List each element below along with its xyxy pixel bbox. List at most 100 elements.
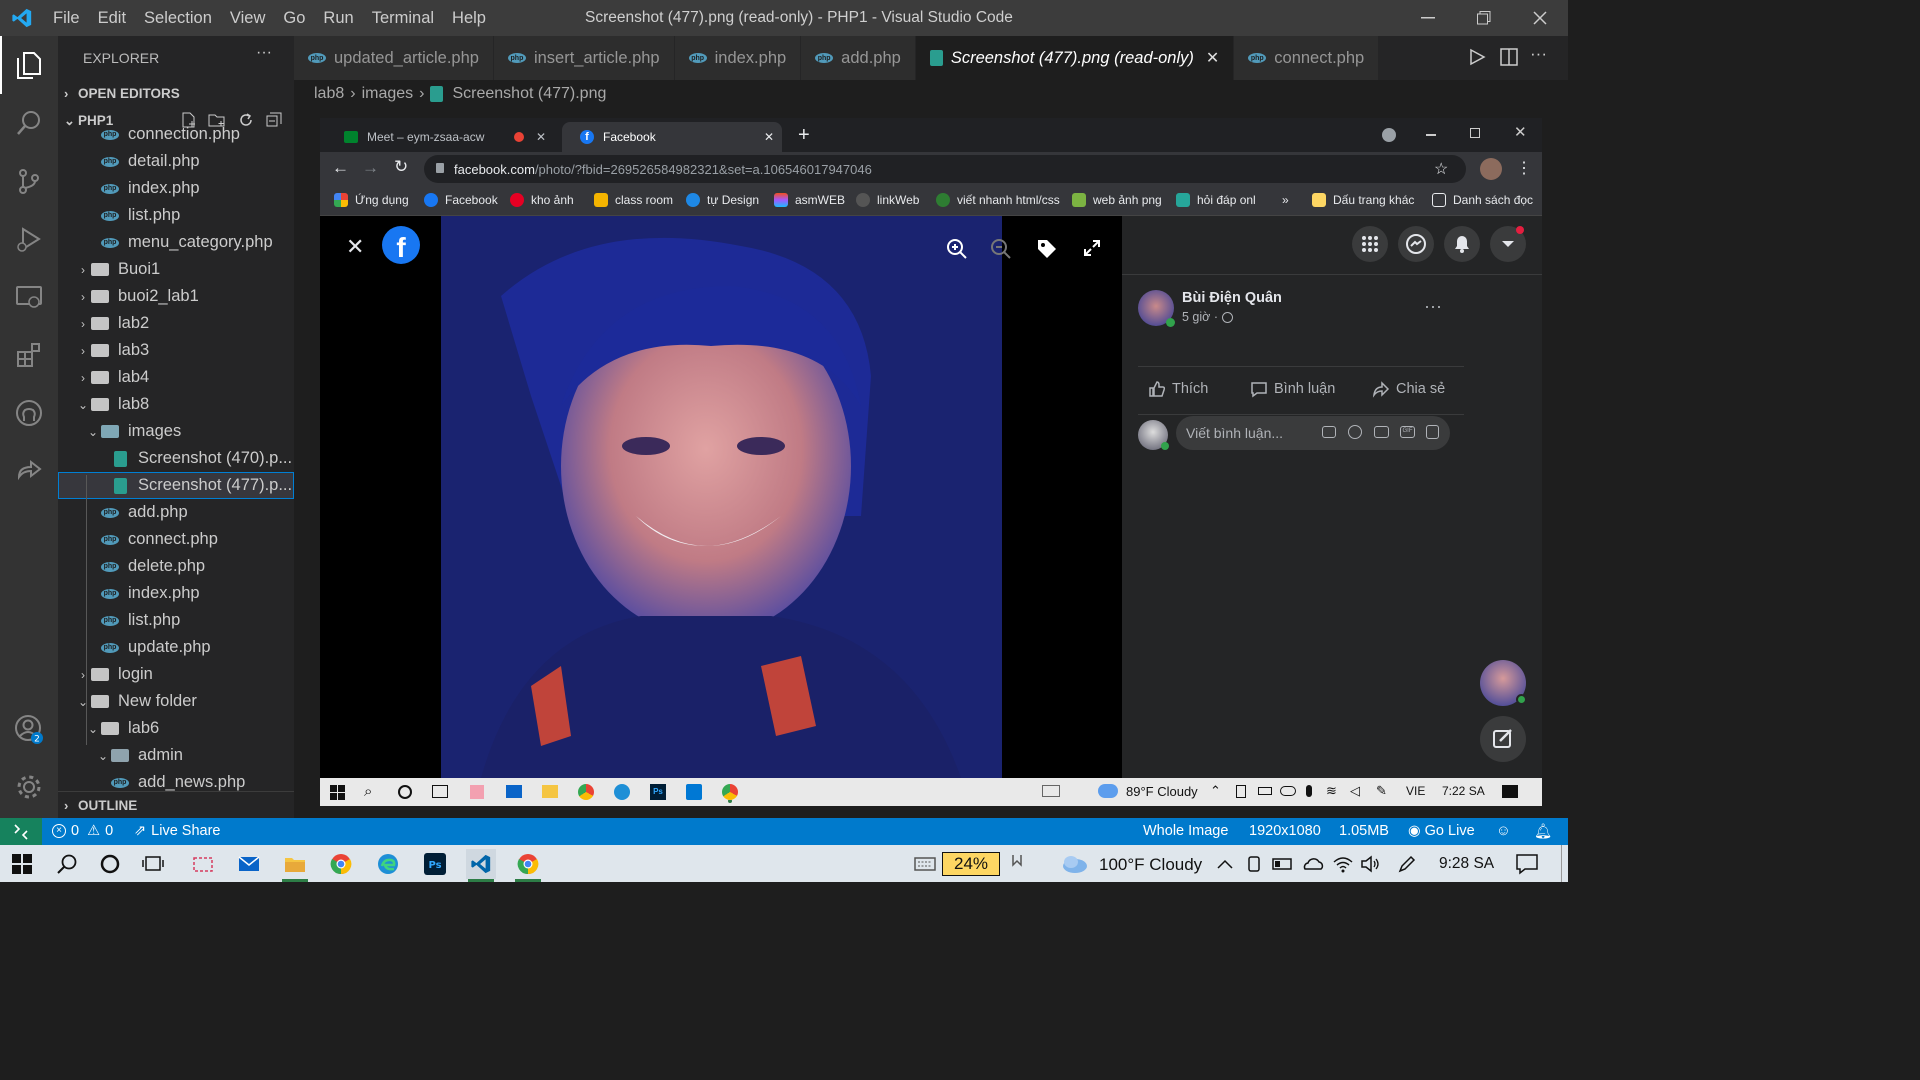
bookmarks-overflow[interactable]: »: [1282, 193, 1289, 207]
tree-item[interactable]: php connect.php: [58, 526, 294, 553]
back-arrow-icon[interactable]: ←: [332, 158, 349, 178]
live-share-icon[interactable]: [0, 442, 58, 500]
browser-close-icon[interactable]: ✕: [1514, 123, 1527, 141]
browser-tab-facebook[interactable]: f Facebook ✕: [562, 122, 782, 152]
tab-index[interactable]: php index.php: [674, 36, 802, 80]
menu-go[interactable]: Go: [274, 9, 314, 28]
browser-minimize-icon[interactable]: [1426, 134, 1436, 136]
new-file-icon[interactable]: [180, 112, 196, 128]
battery-percentage-widget[interactable]: 24%: [942, 852, 1000, 876]
breadcrumb-file[interactable]: Screenshot (477).png: [452, 85, 606, 103]
cortana-icon[interactable]: [95, 849, 125, 879]
photoshop-icon[interactable]: Ps: [420, 849, 450, 879]
run-debug-icon[interactable]: [0, 210, 58, 268]
tree-item[interactable]: › login: [58, 661, 294, 688]
close-tab-icon[interactable]: ✕: [764, 130, 774, 144]
tab-insert-article[interactable]: php insert_article.php: [493, 36, 675, 80]
accounts-icon[interactable]: 2: [0, 700, 58, 758]
camera-icon[interactable]: [1374, 426, 1389, 438]
chevron-down-icon[interactable]: ⌄: [96, 749, 110, 763]
problems-indicator[interactable]: × 0 ⚠ 0: [52, 823, 113, 839]
browser-menu-icon[interactable]: ⋮: [1516, 158, 1532, 178]
tab-connect[interactable]: php connect.php: [1234, 36, 1380, 80]
bookmark-facebook[interactable]: Facebook: [424, 193, 498, 207]
reading-list[interactable]: Danh sách đọc: [1432, 193, 1533, 207]
tree-item[interactable]: php add.php: [58, 499, 294, 526]
chrome-icon[interactable]: [513, 849, 543, 882]
url-bar[interactable]: facebook.com/photo/?fbid=269526584982321…: [424, 155, 1466, 183]
browser-tab-meet[interactable]: Meet – eym-zsaa-acw ✕: [326, 122, 552, 152]
live-share-button[interactable]: ⇗ Live Share: [134, 823, 220, 839]
tree-item[interactable]: › Buoi1: [58, 256, 294, 283]
close-window-button[interactable]: [1512, 0, 1568, 36]
pen-workspace-icon[interactable]: [1392, 849, 1422, 879]
chrome-icon[interactable]: [578, 784, 594, 800]
tree-item[interactable]: ⌄ admin: [58, 742, 294, 769]
inner-clock[interactable]: 7:22 SA: [1442, 784, 1485, 798]
search-icon[interactable]: [0, 94, 58, 152]
feedback-icon[interactable]: ☺: [1496, 823, 1511, 839]
tab-search-icon[interactable]: [1382, 128, 1396, 142]
tree-item[interactable]: php index.php: [58, 175, 294, 202]
battery-icon[interactable]: [1268, 849, 1298, 879]
bookmark-other[interactable]: Dấu trang khác: [1312, 193, 1414, 207]
microphone-icon[interactable]: [1306, 785, 1312, 797]
wifi-icon[interactable]: ≋: [1326, 783, 1337, 799]
tab-updated-article[interactable]: php updated_article.php: [294, 36, 494, 80]
menu-selection[interactable]: Selection: [135, 9, 221, 28]
edge-icon[interactable]: [614, 784, 630, 800]
menu-grid-icon[interactable]: [1352, 226, 1388, 262]
tree-item[interactable]: php list.php: [58, 607, 294, 634]
facebook-logo-icon[interactable]: f: [382, 226, 420, 264]
tree-item[interactable]: › lab2: [58, 310, 294, 337]
windows-start-icon[interactable]: [330, 785, 345, 800]
forward-arrow-icon[interactable]: →: [362, 158, 379, 178]
bookmark-viet-nhanh[interactable]: viết nhanh html/css: [936, 193, 1060, 207]
meet-now-icon[interactable]: [1236, 785, 1246, 798]
bookmark-hoi-dap-onl[interactable]: hỏi đáp onl: [1176, 193, 1256, 207]
show-desktop-button[interactable]: [1561, 845, 1562, 882]
refresh-icon[interactable]: [238, 112, 254, 128]
tag-icon[interactable]: [1036, 238, 1058, 260]
task-view-icon[interactable]: [138, 849, 168, 879]
remote-indicator[interactable]: [0, 818, 42, 845]
new-message-button[interactable]: [1480, 716, 1526, 762]
outline-section[interactable]: › OUTLINE: [58, 791, 294, 818]
tree-item[interactable]: Screenshot (477).p...: [58, 472, 294, 499]
comment-button[interactable]: Bình luận: [1250, 380, 1335, 398]
post-options-icon[interactable]: ···: [1424, 296, 1442, 317]
keyboard-icon[interactable]: [1042, 785, 1060, 797]
run-icon[interactable]: [1468, 48, 1486, 66]
menu-help[interactable]: Help: [443, 9, 495, 28]
tree-item[interactable]: › lab4: [58, 364, 294, 391]
sticker-icon[interactable]: [1426, 425, 1439, 439]
split-editor-icon[interactable]: [1500, 48, 1518, 66]
menu-view[interactable]: View: [221, 9, 274, 28]
file-explorer-icon[interactable]: [280, 849, 310, 882]
battery-icon[interactable]: [1258, 787, 1272, 795]
new-tab-icon[interactable]: +: [798, 124, 810, 147]
vscode-icon[interactable]: [466, 849, 496, 882]
mail-icon[interactable]: [506, 785, 522, 798]
tree-item[interactable]: php detail.php: [58, 148, 294, 175]
tree-item[interactable]: php delete.php: [58, 553, 294, 580]
wifi-icon[interactable]: [1328, 849, 1358, 879]
new-folder-icon[interactable]: [208, 112, 226, 128]
zoom-in-icon[interactable]: [946, 238, 968, 260]
chevron-up-icon[interactable]: ⌃: [1210, 783, 1221, 799]
task-view-icon[interactable]: [432, 785, 448, 798]
keyboard-icon[interactable]: [910, 849, 940, 879]
menu-terminal[interactable]: Terminal: [363, 9, 443, 28]
github-icon[interactable]: [0, 384, 58, 442]
tree-item[interactable]: php connection.php: [58, 127, 294, 148]
touch-keyboard-icon[interactable]: [1002, 849, 1032, 879]
menu-file[interactable]: File: [44, 9, 89, 28]
close-tab-icon[interactable]: ✕: [1206, 48, 1219, 68]
chevron-down-icon[interactable]: ⌄: [76, 695, 90, 709]
editor-more-icon[interactable]: ···: [1530, 44, 1547, 64]
chevron-up-icon[interactable]: [1210, 849, 1240, 879]
chrome-icon[interactable]: [722, 784, 738, 800]
author-name[interactable]: Bùi Điện Quân: [1182, 290, 1282, 306]
chevron-down-icon[interactable]: ⌄: [76, 398, 90, 412]
chevron-right-icon[interactable]: ›: [76, 668, 90, 682]
